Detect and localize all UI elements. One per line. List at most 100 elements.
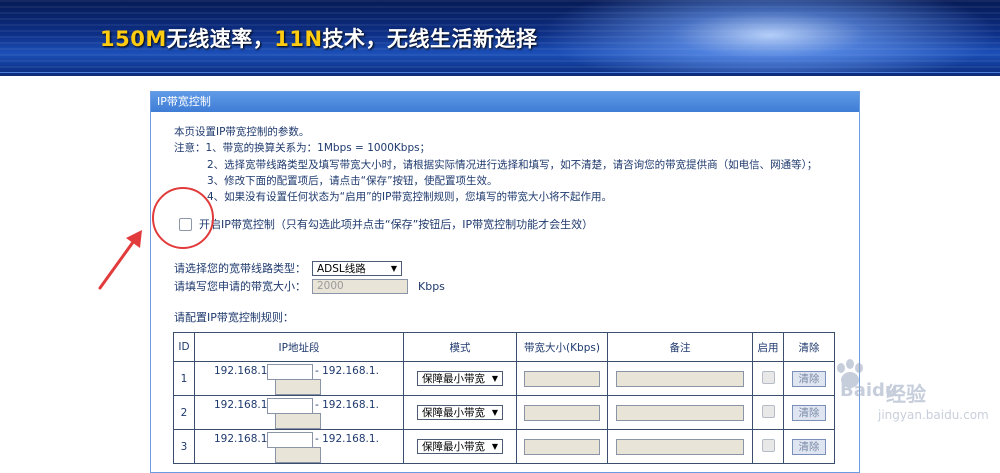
notes-line-1: 注意：1、带宽的换算关系为：1Mbps = 1000Kbps； xyxy=(174,142,431,155)
row-mode: 保障最小带宽 ▼ xyxy=(403,361,517,396)
chevron-down-icon: ▼ xyxy=(491,408,498,417)
ip-end-prefix: - 192.168.1. xyxy=(315,365,379,377)
row-enable xyxy=(752,361,784,396)
rules-label: 请配置IP带宽控制规则： xyxy=(174,311,294,324)
row-enable xyxy=(752,395,784,430)
enable-control-row: 开启IP带宽控制（只有勾选此项并点击“保存”按钮后，IP带宽控制功能才会生效） xyxy=(179,216,593,232)
row-note xyxy=(607,361,753,396)
clear-button[interactable]: 清除 xyxy=(792,438,826,455)
ip-end-input[interactable] xyxy=(275,447,321,463)
line-type-value: ADSL线路 xyxy=(317,262,366,275)
notes-intro: 本页设置IP带宽控制的参数。 xyxy=(174,126,310,138)
row-ip-range: 192.168.1. - 192.168.1. xyxy=(194,395,404,430)
col-ip-header: IP地址段 xyxy=(194,332,404,362)
row-note xyxy=(607,429,753,464)
enable-checkbox[interactable] xyxy=(761,438,775,452)
ip-end-input[interactable] xyxy=(275,379,321,395)
watermark-cn: 经验 xyxy=(886,382,926,406)
ip-start-prefix: 192.168.1. xyxy=(214,399,271,411)
row-mode: 保障最小带宽 ▼ xyxy=(403,429,517,464)
chevron-down-icon: ▼ xyxy=(491,442,498,451)
bandwidth-size-input[interactable] xyxy=(524,438,600,455)
ip-end-prefix: - 192.168.1. xyxy=(315,399,379,411)
mode-value: 保障最小带宽 xyxy=(422,373,485,385)
bandwidth-unit: Kbps xyxy=(418,279,445,293)
enable-control-label: 开启IP带宽控制（只有勾选此项并点击“保存”按钮后，IP带宽控制功能才会生效） xyxy=(199,218,594,231)
row-id: 3 xyxy=(173,429,195,464)
mode-value: 保障最小带宽 xyxy=(422,407,485,419)
panel-title: IP带宽控制 xyxy=(151,92,859,112)
notes-line-3: 3、修改下面的配置项后，请点击“保存”按钮，使配置项生效。 xyxy=(207,174,498,187)
mode-select[interactable]: 保障最小带宽 ▼ xyxy=(417,439,503,454)
slogan-text-2: 技术，无线生活新选择 xyxy=(322,27,538,51)
row-mode: 保障最小带宽 ▼ xyxy=(403,395,517,430)
ip-end-input[interactable] xyxy=(275,413,321,429)
col-enable-header: 启用 xyxy=(752,332,784,362)
row-id: 1 xyxy=(173,361,195,396)
row-clear: 清除 xyxy=(783,429,835,464)
table-row: 1 192.168.1. - 192.168.1. 保障最小带宽 ▼ 清除 xyxy=(173,361,835,396)
mode-select[interactable]: 保障最小带宽 ▼ xyxy=(417,371,503,386)
note-input[interactable] xyxy=(616,438,744,455)
col-mode-header: 模式 xyxy=(403,332,517,362)
table-row: 2 192.168.1. - 192.168.1. 保障最小带宽 ▼ 清除 xyxy=(173,395,835,430)
enable-checkbox[interactable] xyxy=(761,404,775,418)
banner-glow xyxy=(540,0,1000,76)
row-enable xyxy=(752,429,784,464)
banner-gap xyxy=(0,79,1000,89)
bandwidth-size-input[interactable] xyxy=(524,404,600,421)
chevron-down-icon: ▼ xyxy=(491,374,498,383)
ip-end-prefix: - 192.168.1. xyxy=(315,433,379,445)
clear-button[interactable]: 清除 xyxy=(792,370,826,387)
col-bandwidth-header: 带宽大小(Kbps) xyxy=(516,332,608,362)
notes-block: 本页设置IP带宽控制的参数。 注意：1、带宽的换算关系为：1Mbps = 100… xyxy=(174,124,817,205)
rules-header-row: ID IP地址段 模式 带宽大小(Kbps) 备注 启用 清除 xyxy=(173,332,835,362)
row-bandwidth xyxy=(516,395,608,430)
ip-start-input[interactable] xyxy=(267,364,313,380)
bandwidth-label: 请填写您申请的带宽大小： xyxy=(174,280,306,293)
row-ip-range: 192.168.1. - 192.168.1. xyxy=(194,429,404,464)
row-ip-range: 192.168.1. - 192.168.1. xyxy=(194,361,404,396)
mode-select[interactable]: 保障最小带宽 ▼ xyxy=(417,405,503,420)
bandwidth-input[interactable]: 2000 xyxy=(312,278,408,294)
slogan-text-1: 无线速率， xyxy=(166,27,275,51)
note-input[interactable] xyxy=(616,404,744,421)
row-clear: 清除 xyxy=(783,361,835,396)
line-type-label: 请选择您的宽带线路类型： xyxy=(174,262,306,275)
annotation-arrow-icon xyxy=(98,230,142,290)
rules-table: ID IP地址段 模式 带宽大小(Kbps) 备注 启用 清除 1 192.16… xyxy=(173,332,835,464)
enable-checkbox[interactable] xyxy=(761,370,775,384)
bandwidth-row: 请填写您申请的带宽大小： 2000 Kbps xyxy=(174,278,445,294)
ip-start-prefix: 192.168.1. xyxy=(214,365,271,377)
banner-slogan: 150M无线速率，11N技术，无线生活新选择 xyxy=(100,23,538,53)
col-id-header: ID xyxy=(173,332,195,362)
banner-divider xyxy=(0,72,1000,76)
bandwidth-size-input[interactable] xyxy=(524,370,600,387)
watermark-url: jingyan.baidu.com xyxy=(878,408,989,422)
row-bandwidth xyxy=(516,361,608,396)
notes-line-4: 4、如果没有设置任何状态为“启用”的IP带宽控制规则，您填写的带宽大小将不起作用… xyxy=(207,191,612,204)
row-note xyxy=(607,395,753,430)
col-clear-header: 清除 xyxy=(783,332,835,362)
header-banner: 150M无线速率，11N技术，无线生活新选择 xyxy=(0,0,1000,76)
row-bandwidth xyxy=(516,429,608,464)
row-id: 2 xyxy=(173,395,195,430)
notes-line-2: 2、选择宽带线路类型及填写带宽大小时，请根据实际情况进行选择和填写，如不清楚，请… xyxy=(207,158,818,171)
col-note-header: 备注 xyxy=(607,332,753,362)
ip-start-prefix: 192.168.1. xyxy=(214,433,271,445)
slogan-highlight-2: 11N xyxy=(274,27,323,51)
slogan-highlight-1: 150M xyxy=(100,27,167,51)
ip-start-input[interactable] xyxy=(267,398,313,414)
annotation-circle xyxy=(152,187,214,249)
clear-button[interactable]: 清除 xyxy=(792,404,826,421)
row-clear: 清除 xyxy=(783,395,835,430)
ip-start-input[interactable] xyxy=(267,432,313,448)
baidu-watermark: Baidu 经验 jingyan.baidu.com xyxy=(832,352,1000,456)
mode-value: 保障最小带宽 xyxy=(422,441,485,453)
line-type-row: 请选择您的宽带线路类型： ADSL线路 ▼ xyxy=(174,260,402,276)
ip-bandwidth-panel: IP带宽控制 本页设置IP带宽控制的参数。 注意：1、带宽的换算关系为：1Mbp… xyxy=(150,91,860,473)
line-type-select[interactable]: ADSL线路 ▼ xyxy=(312,260,402,276)
chevron-down-icon: ▼ xyxy=(390,263,397,273)
table-row: 3 192.168.1. - 192.168.1. 保障最小带宽 ▼ 清除 xyxy=(173,429,835,464)
note-input[interactable] xyxy=(616,370,744,387)
